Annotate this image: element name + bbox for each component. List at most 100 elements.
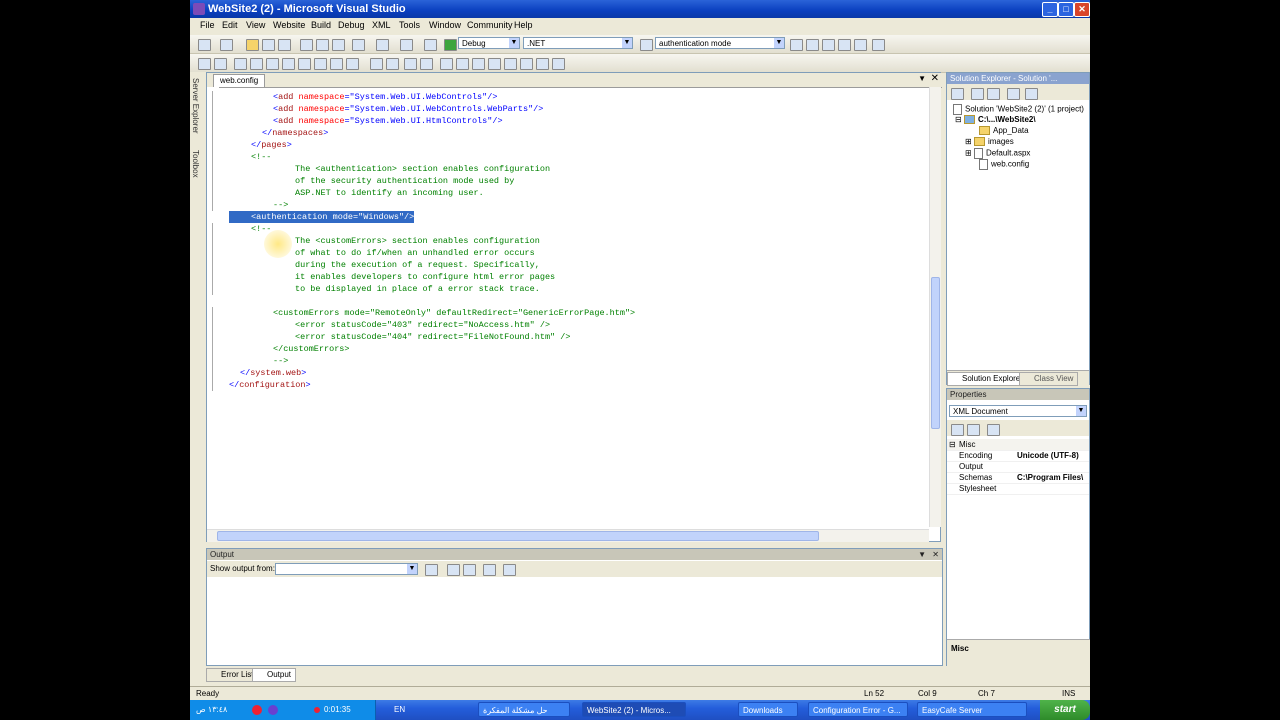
go-to-previous-icon[interactable] [447, 564, 460, 576]
menu-xml[interactable]: XML [372, 20, 391, 30]
server-explorer-tab[interactable]: Server Explorer [191, 78, 200, 134]
save-icon[interactable] [262, 39, 275, 51]
editor-tool-icon[interactable] [214, 58, 227, 70]
scroll-thumb[interactable] [217, 531, 819, 541]
properties-header[interactable]: Properties [947, 389, 1089, 400]
clear-all-icon[interactable] [483, 564, 496, 576]
chevron-down-icon[interactable]: ▼ [1076, 406, 1086, 416]
uncomment-lines-icon[interactable] [420, 58, 433, 70]
solution-explorer-icon[interactable] [790, 39, 803, 51]
property-pages-icon[interactable] [987, 424, 1000, 436]
expand-icon[interactable]: ⊞ [965, 149, 974, 158]
menu-tools[interactable]: Tools [399, 20, 420, 30]
editor-tool-icon[interactable] [282, 58, 295, 70]
menu-file[interactable]: File [200, 20, 215, 30]
menu-community[interactable]: Community [467, 20, 513, 30]
chevron-down-icon[interactable]: ▼ [774, 38, 784, 48]
add-item-icon[interactable] [220, 39, 233, 51]
navigate-backward-icon[interactable] [400, 39, 413, 51]
code-line[interactable]: ASP.NET to identify an incoming user. [295, 187, 484, 199]
editor-tool-icon[interactable] [266, 58, 279, 70]
find-message-icon[interactable] [425, 564, 438, 576]
code-line[interactable]: The <customErrors> section enables confi… [295, 235, 540, 247]
tree-images[interactable]: ⊞ images [965, 137, 1014, 147]
open-icon[interactable] [246, 39, 259, 51]
property-row[interactable]: Stylesheet [947, 483, 1089, 495]
bookmark-clear-all-icon[interactable] [552, 58, 565, 70]
increase-indent-icon[interactable] [386, 58, 399, 70]
editor-tool-icon[interactable] [298, 58, 311, 70]
editor-tool-icon[interactable] [234, 58, 247, 70]
tab-output[interactable]: Output [252, 668, 297, 682]
code-line[interactable]: </configuration> [229, 379, 311, 391]
editor-tool-icon[interactable] [314, 58, 327, 70]
close-icon[interactable]: ✕ [931, 73, 939, 84]
code-line[interactable]: <error statusCode="404" redirect="FileNo… [295, 331, 570, 343]
code-line[interactable]: during the execution of a request. Speci… [295, 259, 540, 271]
redo-icon[interactable] [376, 39, 389, 51]
properties-icon[interactable] [951, 88, 964, 100]
task-visual-studio[interactable]: WebSite2 (2) - Micros... [582, 702, 686, 717]
close-icon[interactable]: ✕ [1074, 2, 1090, 17]
bookmark-prev-folder-icon[interactable] [536, 58, 549, 70]
task-configuration-error[interactable]: Configuration Error - G... [808, 702, 908, 717]
menu-edit[interactable]: Edit [222, 20, 238, 30]
close-icon[interactable]: ✕ [932, 549, 939, 560]
paste-icon[interactable] [332, 39, 345, 51]
chevron-down-icon[interactable]: ▼ [622, 38, 632, 48]
tab-error-list[interactable]: Error List [206, 668, 259, 682]
code-line[interactable]: <add namespace="System.Web.UI.WebControl… [273, 91, 497, 103]
tree-default-aspx[interactable]: ⊞ Default.aspx [965, 148, 1030, 159]
code-line[interactable]: of what to do if/when an unhandled error… [295, 247, 535, 259]
code-line[interactable]: --> [273, 199, 288, 211]
editor-tool-icon[interactable] [330, 58, 343, 70]
alphabetical-icon[interactable] [967, 424, 980, 436]
tab-web-config[interactable]: web.config [213, 74, 266, 87]
cut-icon[interactable] [300, 39, 313, 51]
decrease-indent-icon[interactable] [370, 58, 383, 70]
scroll-thumb[interactable] [931, 277, 940, 429]
horizontal-scrollbar[interactable] [207, 529, 929, 542]
bookmark-previous-icon[interactable] [456, 58, 469, 70]
code-line[interactable]: <customErrors mode="RemoteOnly" defaultR… [273, 307, 635, 319]
comment-lines-icon[interactable] [404, 58, 417, 70]
chevron-down-icon[interactable]: ▼ [407, 564, 417, 574]
tree-solution[interactable]: Solution 'WebSite2 (2)' (1 project) [953, 104, 1084, 115]
copy-website-icon[interactable] [1007, 88, 1020, 100]
copy-icon[interactable] [316, 39, 329, 51]
title-bar[interactable]: WebSite2 (2) - Microsoft Visual Studio _… [190, 0, 1090, 18]
task-easycafe-server[interactable]: EasyCafe Server [917, 702, 1027, 717]
properties-icon[interactable] [806, 39, 819, 51]
editor-tool-icon[interactable] [250, 58, 263, 70]
editor-tool-icon[interactable] [346, 58, 359, 70]
connect-icon[interactable] [198, 58, 211, 70]
tab-class-view[interactable]: Class View [1019, 372, 1079, 386]
code-line[interactable]: to be displayed in place of a error stac… [295, 283, 540, 295]
word-wrap-icon[interactable] [503, 564, 516, 576]
record-icon[interactable] [252, 705, 262, 715]
code-line[interactable]: --> [273, 355, 288, 367]
more-tools-icon[interactable] [872, 39, 885, 51]
categorized-icon[interactable] [951, 424, 964, 436]
asp-net-config-icon[interactable] [1025, 88, 1038, 100]
code-line[interactable]: </customErrors> [273, 343, 350, 355]
bookmark-next-folder-icon[interactable] [520, 58, 533, 70]
code-area[interactable]: <add namespace="System.Web.UI.WebControl… [229, 87, 929, 527]
code-line[interactable]: of the security authentication mode used… [295, 175, 514, 187]
find-in-files-icon[interactable] [640, 39, 653, 51]
tree-project[interactable]: ⊟ C:\...\WebSite2\ [955, 115, 1036, 125]
code-line[interactable]: <add namespace="System.Web.UI.HtmlContro… [273, 115, 503, 127]
start-debugging-icon[interactable] [444, 39, 457, 51]
menu-help[interactable]: Help [514, 20, 533, 30]
bookmark-clear-icon[interactable] [488, 58, 501, 70]
output-header[interactable]: Output ▼ ✕ [207, 549, 942, 560]
code-line[interactable]: <authentication mode="Windows"/> [229, 211, 415, 223]
menu-window[interactable]: Window [429, 20, 461, 30]
code-editor[interactable]: web.config ▼ ✕ <add namespace="System.We… [206, 72, 942, 542]
code-line[interactable]: </pages> [251, 139, 292, 151]
menu-website[interactable]: Website [273, 20, 305, 30]
outline-gutter[interactable] [207, 87, 219, 527]
tray-app-icon[interactable] [268, 705, 278, 715]
chevron-down-icon[interactable]: ▼ [918, 74, 926, 83]
task-downloads[interactable]: Downloads [738, 702, 798, 717]
